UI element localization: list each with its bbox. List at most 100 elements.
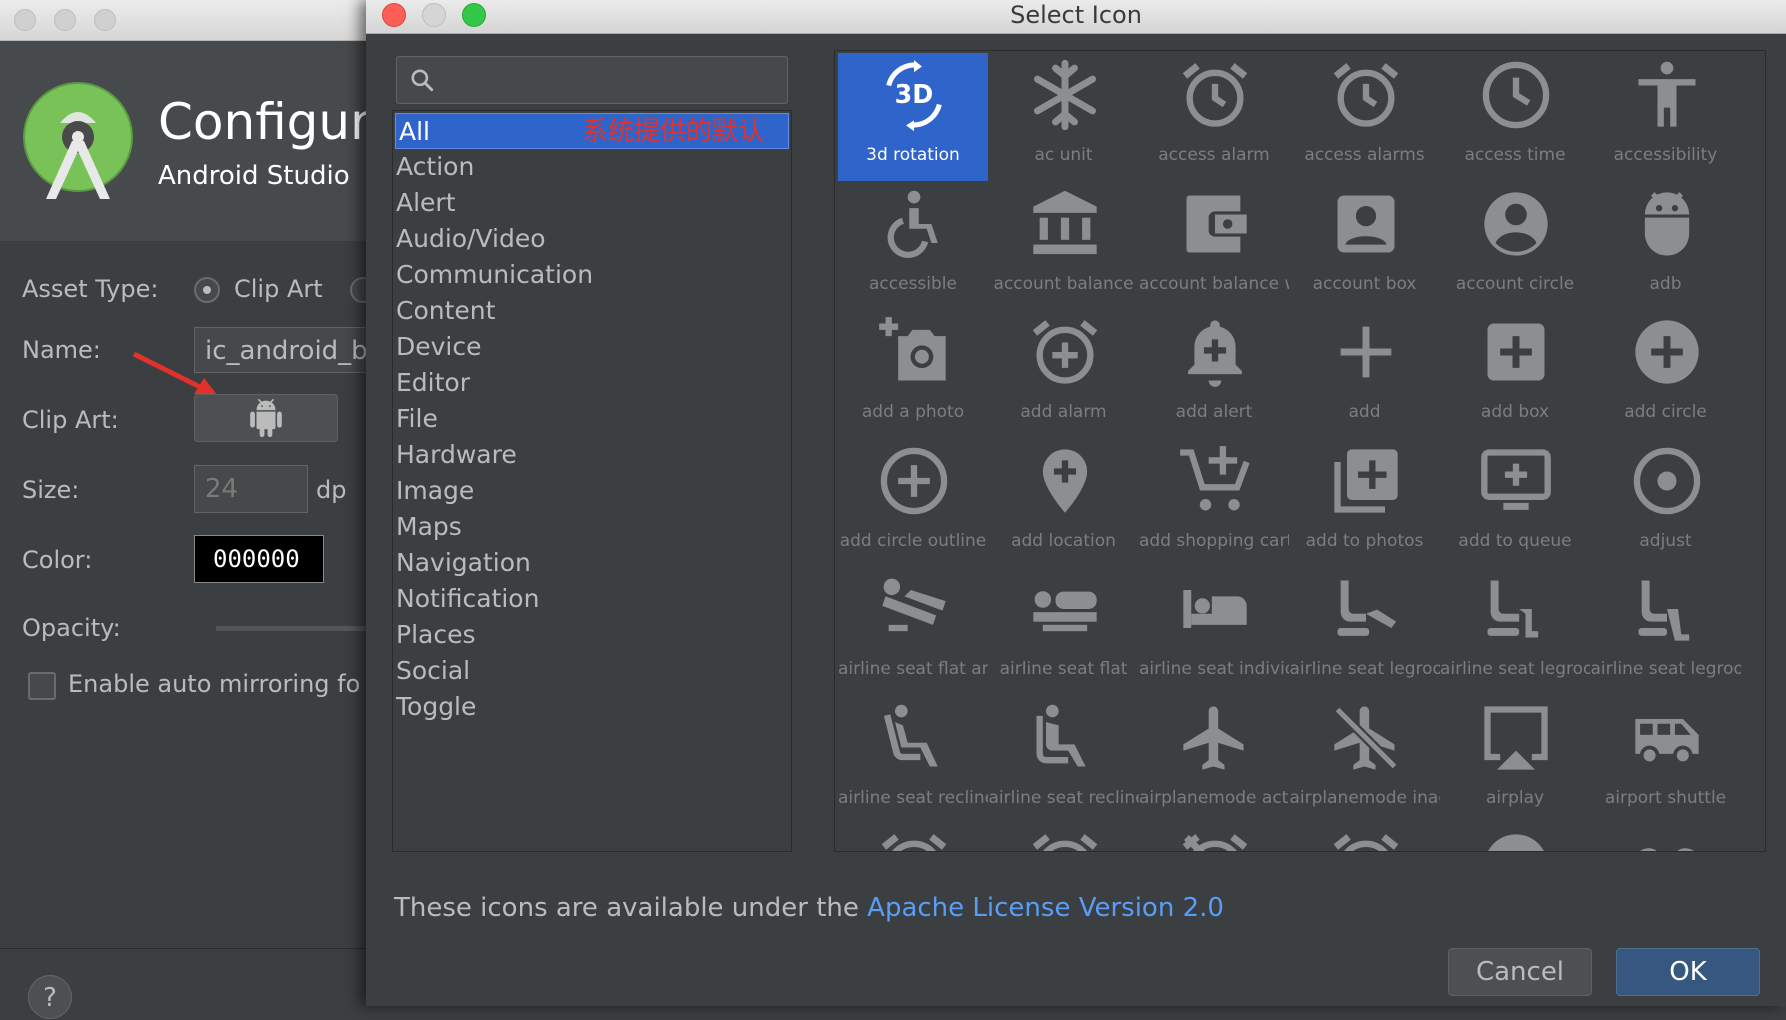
accessible-icon [887,190,938,258]
category-all[interactable]: All 系统提供的默认 [395,113,789,149]
category-navigation[interactable]: Navigation [393,545,791,581]
ok-button[interactable]: OK [1616,948,1760,996]
apache-license-link[interactable]: Apache License Version 2.0 [867,893,1224,923]
icon-cell[interactable]: add shopping cart [1139,439,1289,567]
category-label: Navigation [396,548,531,577]
configure-asset-window: Configure Android Studio Asset Type: Cli… [0,0,400,1019]
category-social[interactable]: Social [393,653,791,689]
help-button[interactable]: ? [28,975,72,1019]
clip-art-radio-label: Clip Art [234,275,323,303]
icon-cell[interactable]: add [1290,310,1440,438]
all-inclusive-icon [1639,848,1694,851]
icon-cell[interactable]: account balance [989,182,1139,310]
opacity-slider[interactable] [216,626,370,631]
airline-seat-recline-extra-icon [883,704,938,766]
category-toggle[interactable]: Toggle [393,689,791,725]
icon-cell[interactable]: airplanemode inac [1290,696,1440,824]
category-image[interactable]: Image [393,473,791,509]
icon-cell[interactable]: add to queue [1440,439,1590,567]
access-alarms-icon [1333,63,1398,127]
icon-search-input[interactable] [396,56,788,104]
icon-cell[interactable]: access time [1440,53,1590,181]
icon-cell[interactable] [989,824,1139,851]
clip-art-radio[interactable] [194,277,220,303]
icon-cell[interactable]: accessibility [1591,53,1741,181]
add-to-queue-icon [1481,448,1551,510]
icon-cell[interactable]: airline seat individ [1139,567,1289,695]
icon-caption: add [1348,402,1381,422]
icon-cell[interactable]: airline seat legroo [1290,567,1440,695]
icon-cell[interactable]: add alert [1139,310,1289,438]
category-list: All 系统提供的默认 Action Alert Audio/Video Communic… [392,110,792,852]
clip-art-button[interactable] [194,394,338,442]
android-studio-subtitle: Android Studio [158,161,350,191]
icon-cell[interactable]: airplanemode acti [1139,696,1289,824]
icon-caption: accessibility [1613,145,1718,165]
icon-cell[interactable] [1591,824,1741,851]
icon-cell[interactable]: airplay [1440,696,1590,824]
icon-cell[interactable]: adjust [1591,439,1741,567]
icon-cell[interactable]: add location [989,439,1139,567]
icon-cell[interactable]: access alarms [1290,53,1440,181]
category-alert[interactable]: Alert [393,185,791,221]
icon-cell[interactable]: access alarm [1139,53,1289,181]
icon-caption: airline seat legroo [1289,659,1440,679]
size-unit: dp [316,476,347,504]
icon-cell[interactable]: airline seat flat [989,567,1139,695]
category-hardware[interactable]: Hardware [393,437,791,473]
icon-cell[interactable]: add box [1440,310,1590,438]
icon-cell[interactable]: add circle [1591,310,1741,438]
name-input[interactable]: ic_android_bl [194,327,384,373]
icon-cell[interactable] [1440,824,1590,851]
bg-close-button[interactable] [14,9,36,31]
color-swatch-button[interactable]: 000000 [194,535,324,583]
auto-mirroring-label: Enable auto mirroring fo [68,670,361,698]
icon-cell[interactable]: airline seat legroo [1591,567,1741,695]
icon-cell[interactable] [1139,824,1289,851]
icon-caption: add to queue [1458,530,1572,551]
category-maps[interactable]: Maps [393,509,791,545]
size-input[interactable]: 24 [194,465,308,513]
icon-cell[interactable] [838,824,988,851]
category-audio-video[interactable]: Audio/Video [393,221,791,257]
ac-unit-icon [1033,59,1096,131]
icon-cell[interactable]: ac unit [989,53,1139,181]
access-alarm-icon [1182,63,1248,127]
category-device[interactable]: Device [393,329,791,365]
alarm-icon [881,834,947,851]
icon-cell[interactable]: add to photos [1290,439,1440,567]
category-notification[interactable]: Notification [393,581,791,617]
android-icon [250,399,282,437]
icon-cell[interactable]: adb [1591,182,1741,310]
icon-cell[interactable]: accessible [838,182,988,310]
icon-cell[interactable]: account balance w [1139,182,1289,310]
icon-cell[interactable]: account box [1290,182,1440,310]
icon-caption: airline seat individ [1139,659,1289,679]
icon-cell[interactable]: 3D 3d rotation [838,53,988,181]
icon-cell[interactable]: add a photo [838,310,988,438]
icon-cell[interactable]: add alarm [989,310,1139,438]
category-file[interactable]: File [393,401,791,437]
cancel-button[interactable]: Cancel [1448,948,1592,996]
icon-cell[interactable]: add circle outline [838,439,988,567]
icon-cell[interactable]: airport shuttle [1591,696,1741,824]
icon-cell[interactable]: airline seat legroo [1440,567,1590,695]
category-places[interactable]: Places [393,617,791,653]
category-content[interactable]: Content [393,293,791,329]
icon-caption: account balance w [1139,273,1289,294]
alarm-on-icon [1333,834,1398,851]
bg-minimize-button[interactable] [54,9,76,31]
add-location-icon [1042,448,1087,513]
category-action[interactable]: Action [393,149,791,185]
bg-titlebar [0,0,370,41]
bg-zoom-button[interactable] [94,9,116,31]
auto-mirroring-checkbox[interactable] [28,672,56,700]
icon-cell[interactable] [1290,824,1440,851]
icon-grid: 3D 3d rotation ac unit access alarm access a… [834,50,1766,852]
icon-cell[interactable]: airline seat recline [989,696,1139,824]
icon-cell[interactable]: airline seat flat an [838,567,988,695]
category-editor[interactable]: Editor [393,365,791,401]
category-communication[interactable]: Communication [393,257,791,293]
icon-cell[interactable]: airline seat recline [838,696,988,824]
icon-cell[interactable]: account circle [1440,182,1590,310]
